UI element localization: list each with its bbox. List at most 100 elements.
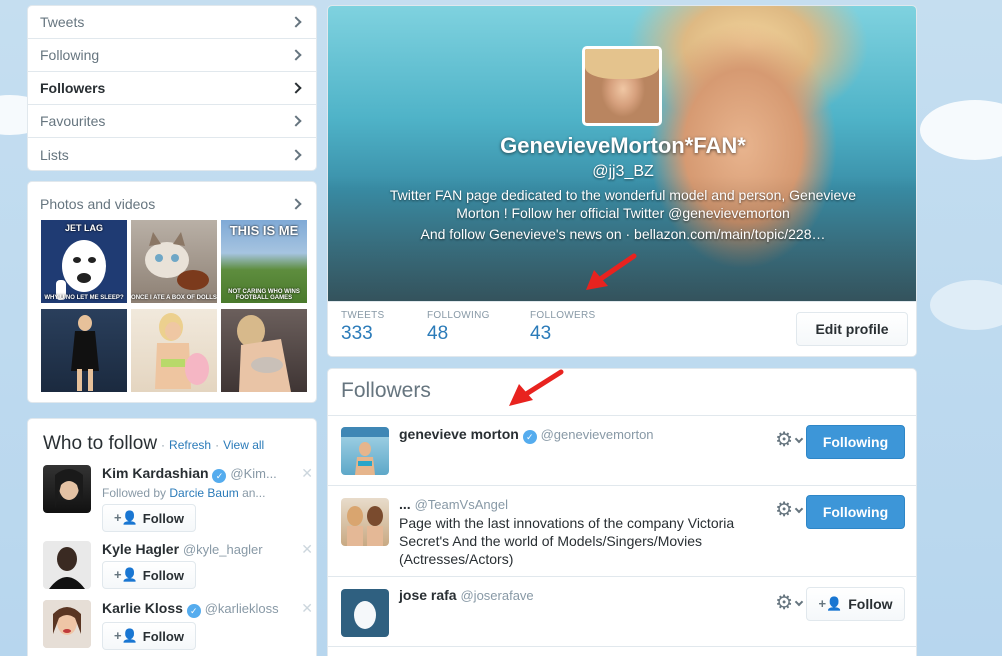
separator-dot: ·	[161, 438, 166, 452]
stat-label: FOLLOWERS	[530, 310, 596, 321]
user-name[interactable]: genevieve morton	[399, 426, 519, 442]
avatar[interactable]	[341, 589, 389, 637]
user-actions-menu[interactable]: ⚙	[775, 429, 804, 451]
stat-followers[interactable]: FOLLOWERS 43	[530, 310, 596, 345]
photo-caption: JET LAG	[64, 223, 103, 233]
user-handle[interactable]: @kyle_hagler	[183, 542, 263, 557]
chevron-down-icon	[794, 597, 804, 606]
follower-body: genevieve morton ✓ @genevievemorton	[399, 426, 748, 444]
context-suffix: an...	[238, 486, 266, 500]
user-handle[interactable]: @karliekloss	[205, 601, 279, 616]
photo-thumb[interactable]: THIS IS ME NOT CARING WHO WINS FOOTBALL …	[221, 220, 307, 303]
avatar[interactable]	[43, 600, 91, 648]
follow-button[interactable]: +👤 Follow	[102, 622, 196, 650]
following-button[interactable]: Following	[806, 495, 905, 529]
nav-item-lists[interactable]: Lists	[28, 138, 316, 170]
context-prefix: Followed by	[102, 486, 170, 500]
dismiss-icon[interactable]: ✕	[301, 465, 313, 482]
followed-by-context: Followed by Darcie Baum an...	[102, 486, 313, 500]
user-bio: Page with the last innovations of the co…	[399, 515, 735, 567]
chevron-right-icon	[290, 115, 302, 127]
suggestion-body: Kim Kardashian ✓ @Kim... Followed by Dar…	[102, 465, 313, 532]
follower-row: ... @TeamVsAngel Page with the last inno…	[328, 486, 916, 577]
profile-location-url[interactable]: And follow Genevieve's news on · bellazo…	[328, 226, 916, 242]
profile-bio: Twitter FAN page dedicated to the wonder…	[389, 187, 857, 221]
follow-button[interactable]: +👤 Follow	[806, 587, 905, 621]
user-name[interactable]: jose rafa	[399, 587, 457, 603]
avatar[interactable]	[43, 465, 91, 513]
add-user-icon: +👤	[114, 567, 138, 582]
refresh-link[interactable]: Refresh	[169, 438, 211, 452]
avatar[interactable]	[43, 541, 91, 589]
photos-title: Photos and videos	[40, 196, 156, 212]
context-user-link[interactable]: Darcie Baum	[169, 486, 238, 500]
dismiss-icon[interactable]: ✕	[301, 600, 313, 617]
follow-button[interactable]: +👤 Follow	[102, 504, 196, 532]
photo-thumb[interactable]	[221, 309, 307, 392]
separator-dot: ·	[215, 438, 220, 452]
dismiss-icon[interactable]: ✕	[301, 541, 313, 558]
avatar-hair	[585, 49, 659, 79]
default-egg-avatar-icon	[354, 601, 376, 629]
who-to-follow-title: Who to follow	[43, 433, 158, 454]
follow-button-label: Follow	[142, 510, 184, 526]
chevron-right-icon	[290, 16, 302, 28]
profile-stats-bar: TWEETS 333 FOLLOWING 48 FOLLOWERS 43 Edi…	[328, 301, 916, 356]
avatar-image	[43, 600, 91, 648]
photo-thumb[interactable]: ONCE I ATE A BOX OF DOLLS	[131, 220, 217, 303]
following-button[interactable]: Following	[806, 425, 905, 459]
nav-item-following[interactable]: Following	[28, 39, 316, 72]
user-name[interactable]: Karlie Kloss	[102, 600, 183, 616]
avatar-image	[347, 506, 383, 546]
view-all-link[interactable]: View all	[223, 438, 264, 452]
photo-thumb[interactable]	[131, 309, 217, 392]
photo-grid: JET LAG WHY U NO LET ME SLEEP? ONCE I AT…	[41, 220, 308, 392]
edit-profile-button[interactable]: Edit profile	[796, 312, 908, 346]
nav-item-followers[interactable]: Followers	[28, 72, 316, 105]
photos-header[interactable]: Photos and videos	[28, 182, 316, 218]
followers-panel: Followers genevieve morton ✓ @genevievem…	[327, 368, 917, 656]
person-image	[71, 315, 99, 391]
nav-item-label: Followers	[40, 80, 106, 96]
follower-row: genevieve morton ✓ @genevievemorton ⚙ Fo…	[328, 416, 916, 486]
gear-icon: ⚙	[775, 429, 793, 451]
user-handle[interactable]: @TeamVsAngel	[415, 497, 508, 512]
nav-item-tweets[interactable]: Tweets	[28, 6, 316, 39]
profile-handle: @jj3_BZ	[592, 163, 654, 180]
follower-row: jose rafa @joserafave ⚙ +👤 Follow	[328, 577, 916, 647]
photos-videos-panel: Photos and videos JET LAG WHY U NO LET M…	[27, 181, 317, 403]
photo-thumb[interactable]: JET LAG WHY U NO LET ME SLEEP?	[41, 220, 127, 303]
gear-icon: ⚙	[775, 499, 793, 521]
user-name[interactable]: ...	[399, 496, 411, 512]
cloud-decoration	[920, 100, 1002, 160]
cat-image	[145, 232, 209, 290]
followers-title: Followers	[328, 369, 916, 416]
photo-caption: NOT CARING WHO WINS FOOTBALL GAMES	[228, 289, 300, 301]
photo-thumb[interactable]	[41, 309, 127, 392]
follow-button[interactable]: +👤 Follow	[102, 561, 196, 589]
profile-avatar[interactable]	[582, 46, 662, 126]
verified-badge-icon: ✓	[186, 604, 201, 618]
stat-value: 43	[530, 323, 552, 344]
nav-item-label: Lists	[40, 146, 69, 163]
photo-caption: ONCE I ATE A BOX OF DOLLS	[131, 295, 217, 301]
cloud-decoration	[930, 280, 1002, 330]
nav-item-favourites[interactable]: Favourites	[28, 105, 316, 138]
avatar[interactable]	[341, 427, 389, 475]
who-to-follow-header: Who to follow · Refresh · View all	[28, 419, 316, 455]
stat-label: TWEETS	[341, 310, 385, 321]
chevron-right-icon	[290, 49, 302, 61]
profile-nav: Tweets Following Followers Favourites Li…	[27, 5, 317, 171]
user-handle[interactable]: @Kim...	[230, 466, 276, 481]
avatar[interactable]	[341, 498, 389, 546]
chevron-down-icon	[794, 504, 804, 513]
user-name[interactable]: Kyle Hagler	[102, 541, 179, 557]
user-handle[interactable]: @joserafave	[460, 588, 533, 603]
user-handle[interactable]: @genevievemorton	[541, 427, 654, 442]
stat-tweets[interactable]: TWEETS 333	[341, 310, 384, 345]
user-actions-menu[interactable]: ⚙	[775, 499, 804, 521]
follow-button-label: Follow	[848, 596, 893, 612]
user-name[interactable]: Kim Kardashian	[102, 465, 209, 481]
user-actions-menu[interactable]: ⚙	[775, 593, 804, 613]
stat-following[interactable]: FOLLOWING 48	[427, 310, 490, 345]
